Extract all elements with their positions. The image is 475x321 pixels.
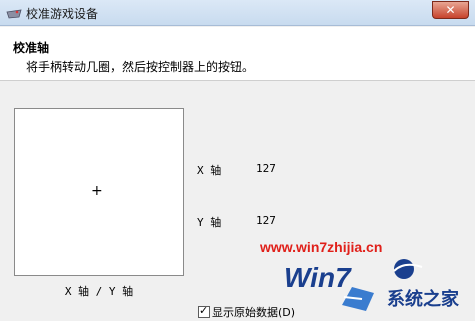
- show-raw-data-checkbox[interactable]: ✓: [198, 304, 210, 318]
- x-axis-value: 127: [256, 162, 276, 175]
- check-icon: ✓: [199, 304, 209, 317]
- watermark-site-name: 系统之家: [387, 288, 460, 310]
- joystick-icon: [6, 9, 22, 19]
- page-title: 校准轴: [13, 41, 50, 55]
- crosshair-icon: +: [91, 183, 103, 199]
- instruction-text: 将手柄转动几圈，然后按控制器上的按钮。: [26, 60, 255, 74]
- title-bar: 校准游戏设备 ✕: [0, 0, 475, 26]
- close-button[interactable]: ✕: [432, 1, 469, 19]
- watermark-logo-text: Win7: [284, 262, 352, 293]
- y-axis-label: Y 轴: [197, 216, 222, 229]
- y-axis-value: 127: [256, 214, 276, 227]
- header-panel: 校准轴 将手柄转动几圈，然后按控制器上的按钮。: [0, 27, 475, 81]
- watermark-logo: Win7 系统之家: [284, 259, 460, 311]
- window-title: 校准游戏设备: [26, 7, 99, 21]
- watermark-url: www.win7zhijia.cn: [260, 239, 383, 255]
- axis-caption: X 轴 / Y 轴: [64, 285, 134, 298]
- x-axis-label: X 轴: [197, 164, 222, 177]
- close-icon: ✕: [445, 3, 456, 17]
